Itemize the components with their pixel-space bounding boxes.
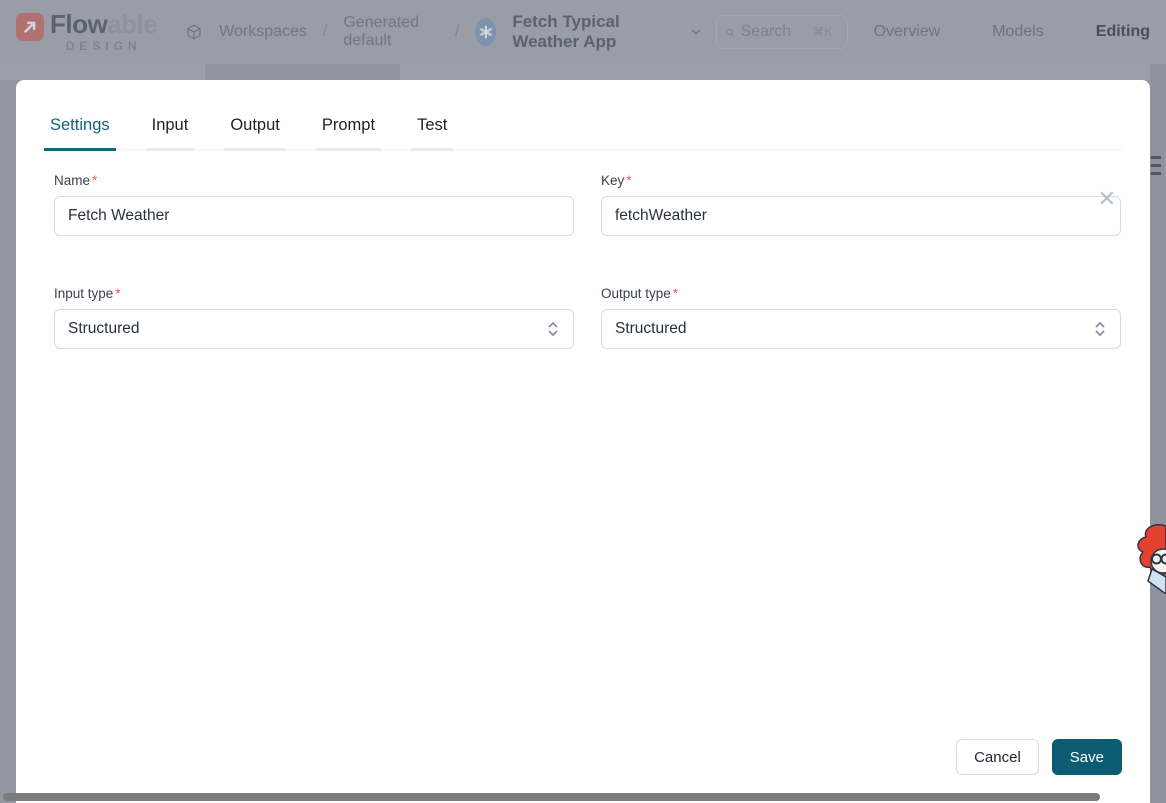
output-type-select[interactable]: Structured bbox=[601, 309, 1121, 349]
settings-form: Name* Key* Input type* Structured Output… bbox=[16, 150, 1150, 349]
output-type-value: Structured bbox=[615, 320, 687, 338]
breadcrumb-workspaces[interactable]: Workspaces bbox=[219, 23, 307, 41]
updown-chevrons-icon bbox=[1093, 320, 1107, 338]
key-field-group: Key* bbox=[601, 173, 1121, 236]
save-button[interactable]: Save bbox=[1052, 739, 1122, 775]
cube-icon bbox=[185, 20, 203, 44]
required-asterisk: * bbox=[626, 173, 631, 188]
breadcrumb-app-name[interactable]: Fetch Typical Weather App bbox=[512, 12, 673, 52]
hamburger-icon bbox=[1151, 156, 1161, 175]
chevron-down-icon[interactable] bbox=[690, 24, 702, 40]
nav-overview[interactable]: Overview bbox=[874, 23, 941, 41]
required-asterisk: * bbox=[115, 286, 120, 301]
input-type-value: Structured bbox=[68, 320, 140, 338]
name-label: Name* bbox=[54, 173, 574, 188]
global-search[interactable]: ⌘K bbox=[716, 15, 848, 49]
output-type-field-group: Output type* Structured bbox=[601, 286, 1121, 349]
nav-models[interactable]: Models bbox=[992, 23, 1044, 41]
background-tab-strip bbox=[0, 64, 1166, 80]
tab-output[interactable]: Output bbox=[224, 116, 286, 151]
tab-test[interactable]: Test bbox=[411, 116, 453, 151]
input-type-label: Input type* bbox=[54, 286, 574, 301]
horizontal-scrollbar[interactable] bbox=[3, 793, 1100, 801]
app-badge bbox=[475, 18, 496, 46]
asterisk-icon bbox=[479, 25, 493, 39]
tab-input[interactable]: Input bbox=[146, 116, 195, 151]
tab-prompt[interactable]: Prompt bbox=[316, 116, 381, 151]
breadcrumb-separator: / bbox=[323, 23, 327, 41]
arrow-up-right-icon bbox=[21, 18, 39, 36]
app-header: Flowable DESIGN Workspaces / Generated d… bbox=[0, 0, 1166, 64]
name-input[interactable] bbox=[54, 196, 574, 236]
input-type-select[interactable]: Structured bbox=[54, 309, 574, 349]
search-icon bbox=[725, 24, 735, 41]
flowable-mascot bbox=[1133, 518, 1166, 594]
key-label: Key* bbox=[601, 173, 1121, 188]
close-icon[interactable]: ✕ bbox=[1098, 188, 1116, 210]
key-input[interactable] bbox=[601, 196, 1121, 236]
dialog-tabs: Settings Input Output Prompt Test bbox=[44, 80, 1122, 150]
logo-text: Flowable DESIGN bbox=[50, 11, 157, 53]
search-input[interactable] bbox=[741, 23, 801, 41]
logo-subtitle: DESIGN bbox=[66, 39, 142, 53]
dialog-footer: Cancel Save bbox=[956, 739, 1122, 775]
required-asterisk: * bbox=[92, 173, 97, 188]
nav-editing[interactable]: Editing bbox=[1096, 23, 1150, 41]
output-type-label: Output type* bbox=[601, 286, 1121, 301]
background-active-tab bbox=[205, 64, 400, 80]
updown-chevrons-icon bbox=[546, 320, 560, 338]
input-type-field-group: Input type* Structured bbox=[54, 286, 574, 349]
search-shortcut-badge: ⌘K bbox=[807, 22, 839, 42]
cancel-button[interactable]: Cancel bbox=[956, 739, 1039, 775]
required-asterisk: * bbox=[673, 286, 678, 301]
breadcrumb-folder[interactable]: Generated default bbox=[343, 14, 439, 50]
name-field-group: Name* bbox=[54, 173, 574, 236]
breadcrumb: Workspaces / Generated default / Fetch T… bbox=[185, 12, 701, 52]
logo-word-able: able bbox=[107, 9, 157, 39]
flowable-logo: Flowable DESIGN bbox=[16, 11, 157, 53]
top-nav: Overview Models Editing bbox=[874, 23, 1150, 41]
breadcrumb-separator: / bbox=[455, 23, 459, 41]
tab-settings[interactable]: Settings bbox=[44, 116, 116, 151]
logo-word-flow: Flow bbox=[50, 9, 107, 39]
logo-tile bbox=[16, 13, 44, 41]
task-settings-dialog: ✕ Settings Input Output Prompt Test Name… bbox=[16, 80, 1150, 803]
